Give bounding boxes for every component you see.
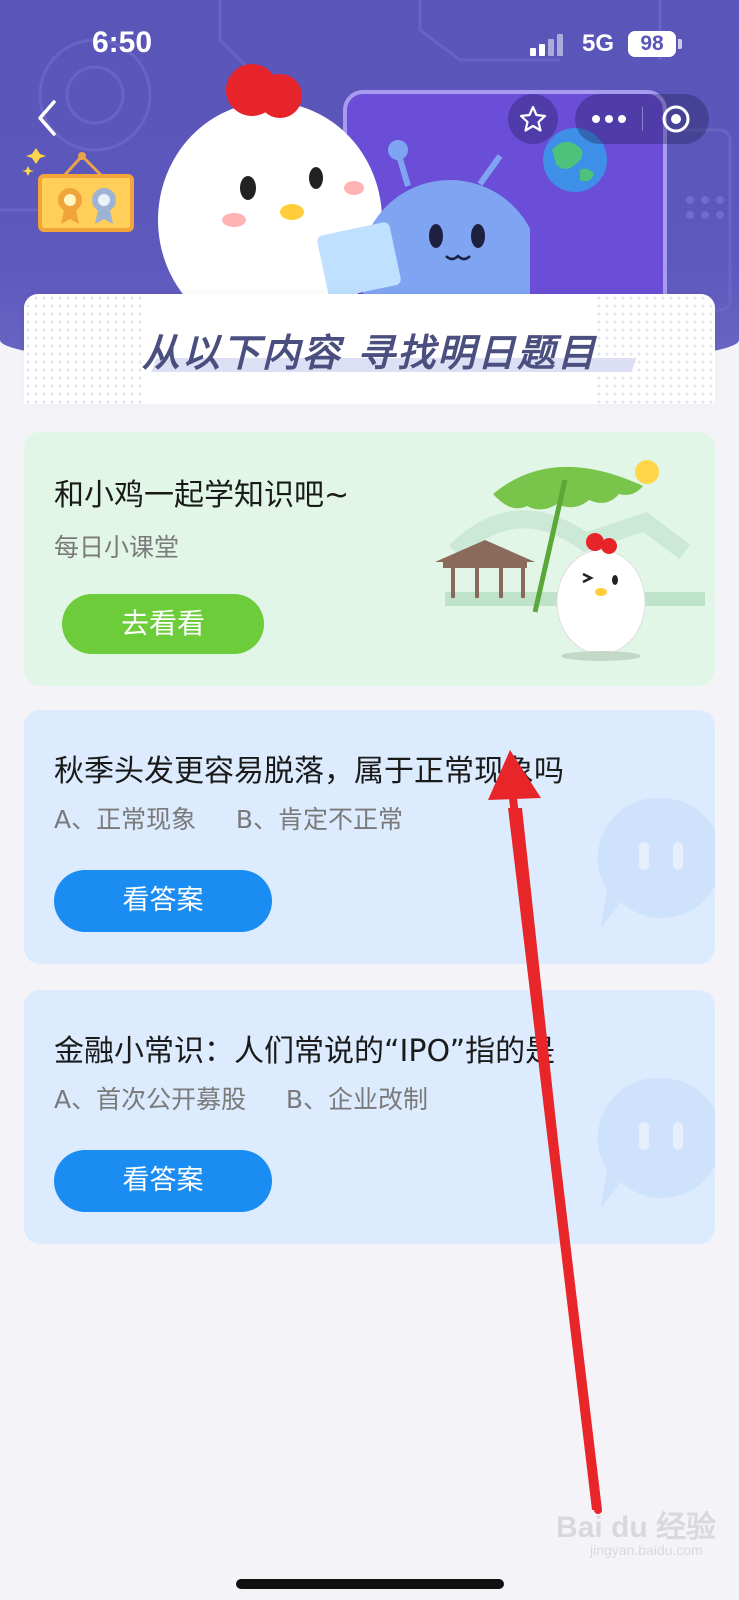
daily-class-card[interactable]: 和小鸡一起学知识吧~ 每日小课堂 去看看 — [24, 432, 715, 686]
signal-icon — [530, 34, 563, 56]
more-button[interactable] — [575, 94, 642, 144]
chat-bubble-icon — [597, 1077, 715, 1208]
banner-title: 从以下内容 寻找明日题目 — [141, 331, 598, 375]
status-time: 6:50 — [92, 26, 153, 59]
network-type: 5G — [582, 30, 615, 57]
baidu-watermark-url: jingyan.baidu.com — [590, 1542, 703, 1558]
question-options: A、首次公开募股 B、企业改制 — [54, 1085, 428, 1114]
chick-umbrella-illustration — [435, 460, 705, 661]
close-miniapp-button[interactable] — [643, 94, 709, 144]
more-dots-icon — [591, 115, 626, 123]
back-button[interactable] — [30, 96, 64, 140]
view-answer-button[interactable]: 看答案 — [54, 1150, 272, 1212]
go-see-button[interactable]: 去看看 — [62, 594, 264, 654]
medal-icon — [22, 148, 134, 232]
battery-icon: 98 — [628, 31, 676, 57]
question-text: 金融小常识：人们常说的“IPO”指的是 — [54, 1034, 556, 1069]
miniapp-capsule — [575, 94, 709, 144]
question-card-ipo[interactable]: 金融小常识：人们常说的“IPO”指的是 A、首次公开募股 B、企业改制 看答案 — [24, 990, 715, 1244]
question-options: A、正常现象 B、肯定不正常 — [54, 805, 403, 834]
view-answer-button[interactable]: 看答案 — [54, 870, 272, 932]
daily-class-subtitle: 每日小课堂 — [54, 533, 180, 562]
battery-tip — [678, 39, 682, 49]
daily-class-title: 和小鸡一起学知识吧~ — [54, 478, 350, 513]
home-indicator[interactable] — [236, 1579, 504, 1589]
title-banner: 从以下内容 寻找明日题目 — [24, 294, 715, 404]
question-text: 秋季头发更容易脱落，属于正常现象吗 — [54, 754, 564, 789]
back-chevron-icon — [38, 100, 56, 136]
question-card-hair[interactable]: 秋季头发更容易脱落，属于正常现象吗 A、正常现象 B、肯定不正常 看答案 — [24, 710, 715, 964]
mascots-illustration — [158, 64, 530, 300]
close-target-icon — [662, 105, 690, 133]
baidu-watermark: Bai du 经验 — [556, 1511, 717, 1544]
chat-bubble-icon — [597, 797, 715, 928]
